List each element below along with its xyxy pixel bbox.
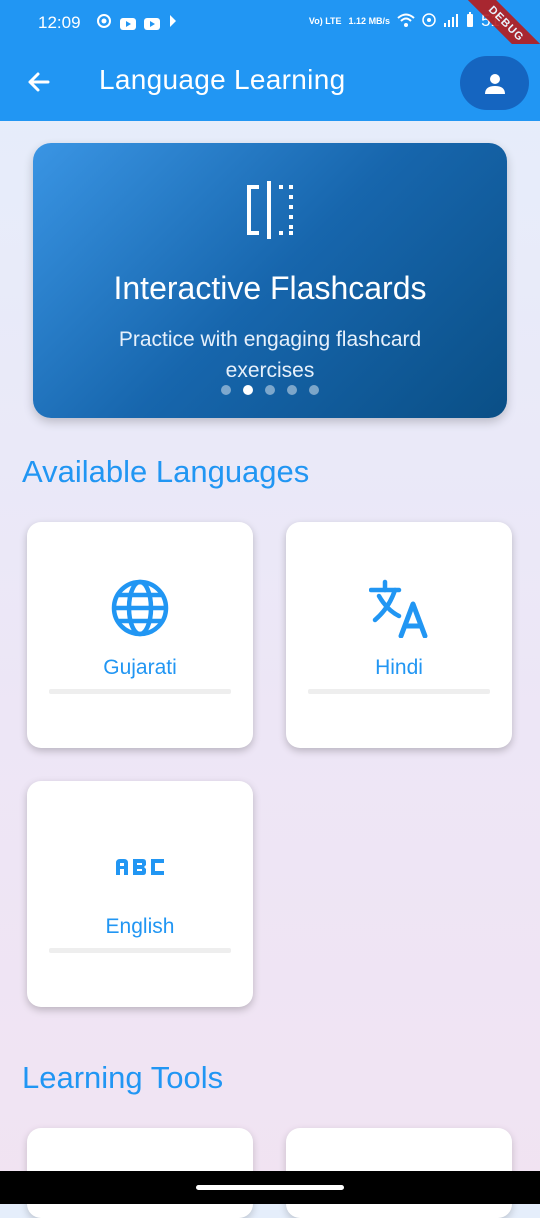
youtube-icon <box>120 17 136 30</box>
page-dot-active[interactable] <box>243 385 253 395</box>
language-card-english[interactable]: English <box>27 781 253 1007</box>
battery-icon <box>466 11 474 31</box>
language-name: Gujarati <box>103 656 177 679</box>
back-button[interactable] <box>22 64 58 100</box>
carousel-indicator <box>33 385 507 395</box>
status-time: 12:09 <box>38 13 81 32</box>
page-title: Language Learning <box>99 64 346 95</box>
flip-card-icon <box>247 181 293 239</box>
language-name: Hindi <box>375 656 423 679</box>
page-dot[interactable] <box>287 385 297 395</box>
language-name: English <box>105 915 175 938</box>
play-store-icon <box>168 13 178 34</box>
language-progress <box>49 948 231 953</box>
section-title-tools: Learning Tools <box>22 1060 224 1095</box>
abc-icon <box>116 859 164 875</box>
section-title-languages: Available Languages <box>22 454 310 489</box>
page-dot[interactable] <box>221 385 231 395</box>
youtube-icon <box>144 17 160 30</box>
signal-icon <box>443 13 459 30</box>
translate-icon <box>369 579 428 638</box>
app-bar: Language Learning <box>0 44 540 121</box>
network-type: Vo) LTE <box>308 15 342 26</box>
hotspot-icon <box>422 12 436 30</box>
person-icon <box>485 74 505 94</box>
status-bar: 12:09 Vo) LTE 1.12 MB/s 51 DEBUG <box>0 0 540 81</box>
language-card-gujarati[interactable]: Gujarati <box>27 522 253 748</box>
profile-button[interactable] <box>460 56 529 110</box>
carousel-title: Interactive Flashcards <box>113 270 427 306</box>
language-progress <box>49 689 231 694</box>
globe-icon <box>111 579 169 637</box>
page-dot[interactable] <box>265 385 275 395</box>
language-progress <box>308 689 490 694</box>
arrow-back-icon <box>28 72 50 92</box>
system-nav-bar <box>0 1171 540 1204</box>
page-dot[interactable] <box>309 385 319 395</box>
network-speed: 1.12 MB/s <box>348 15 391 26</box>
status-indicators: Vo) LTE 1.12 MB/s 51 <box>309 11 500 31</box>
language-card-hindi[interactable]: Hindi <box>286 522 512 748</box>
carousel-subtitle: Practice with engaging flashcard exercis… <box>118 328 422 382</box>
status-app-icons <box>96 13 178 34</box>
home-indicator[interactable] <box>196 1185 344 1190</box>
feature-carousel[interactable]: Interactive Flashcards Practice with eng… <box>33 143 507 418</box>
app-notification-icon <box>96 13 112 34</box>
wifi-icon <box>397 13 415 30</box>
